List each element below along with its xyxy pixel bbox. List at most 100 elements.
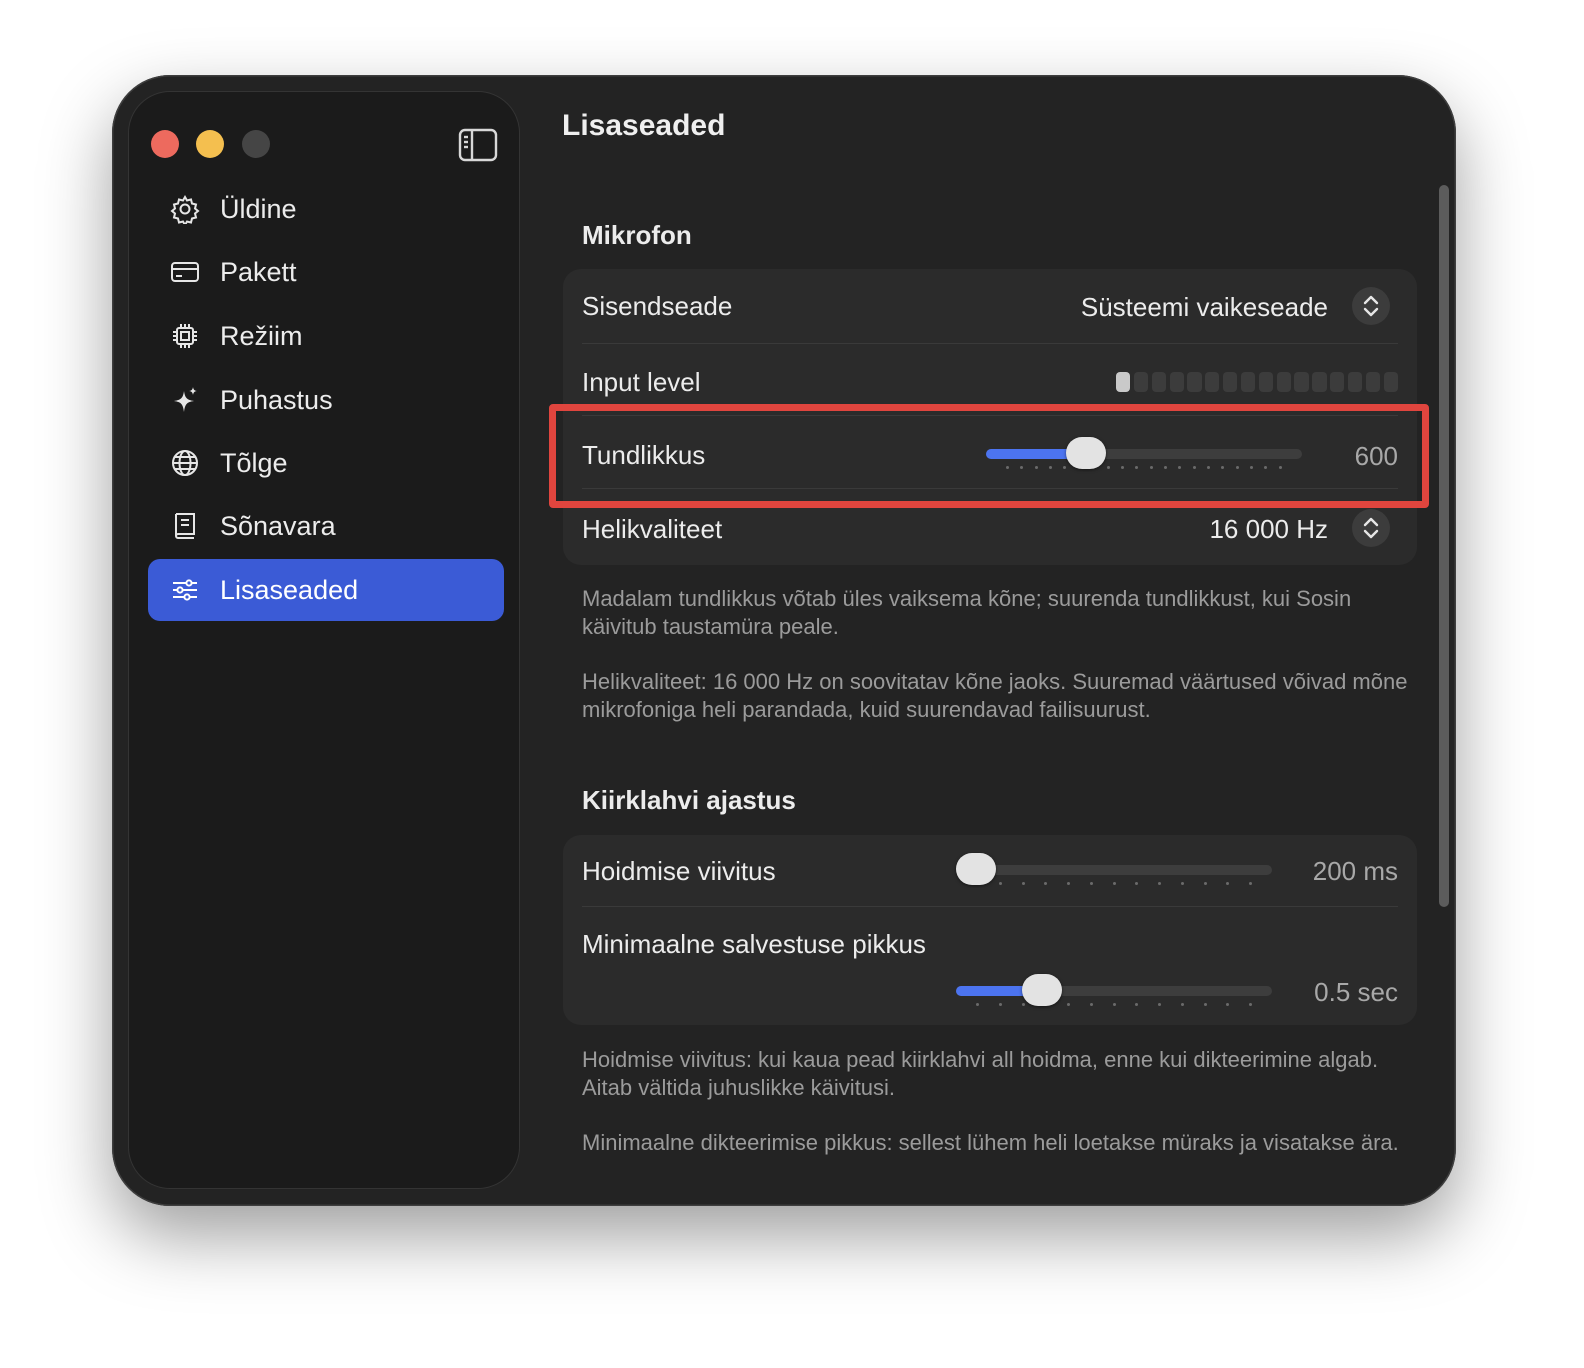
sidebar-item-label: Üldine (220, 193, 297, 224)
cpu-chip-icon (173, 324, 197, 348)
sidebar-item-label: Lisaseaded (220, 574, 359, 605)
slider-tick (1021, 882, 1025, 885)
slider-tick (1067, 882, 1070, 885)
level-segment (1187, 372, 1202, 392)
slider-tick (1180, 1003, 1184, 1006)
slider-tick (1021, 1003, 1025, 1006)
slider-track (956, 865, 1272, 875)
sidebar-item-vocabulary[interactable]: Sõnavara (148, 495, 504, 557)
slider-tick (998, 1003, 1002, 1006)
section-title-hotkey-timing: Kiirklahvi ajastus (582, 785, 796, 815)
level-segment (1240, 372, 1256, 392)
sparkle-icon (174, 387, 197, 412)
slider-tick (1203, 882, 1207, 885)
min-length-label: Minimaalne salvestuse pikkus (582, 929, 926, 959)
slider-tick (1226, 882, 1230, 885)
gear-icon (170, 194, 200, 224)
sound-quality-label: Helikvaliteet (582, 514, 723, 544)
level-segment (1133, 372, 1149, 392)
hold-delay-label: Hoidmise viivitus (582, 856, 776, 886)
sidebar-item-general[interactable]: Üldine (148, 178, 504, 240)
minimize-window-button[interactable] (196, 130, 224, 158)
input-level-meter (1116, 372, 1398, 392)
level-segment (1258, 372, 1273, 392)
slider-ticks (976, 1003, 1252, 1007)
sidebar-item-label: Režiim (220, 320, 303, 351)
sound-quality-value[interactable]: 16 000 Hz (1209, 514, 1328, 545)
sensitivity-help-text: Madalam tundlikkus võtab üles vaiksema k… (582, 586, 1352, 639)
sidebar-item-label: Pakett (220, 256, 297, 287)
sound-quality-help-text: Helikvaliteet: 16 000 Hz on soovitatav k… (582, 669, 1408, 722)
slider-tick (1135, 1003, 1139, 1006)
slider-tick (1135, 882, 1139, 885)
slider-tick (1158, 882, 1161, 885)
input-device-value[interactable]: Süsteemi vaikeseade (1081, 292, 1328, 323)
slider-tick (976, 1003, 979, 1006)
hold-delay-value: 200 ms (1312, 856, 1398, 886)
credit-card-icon (171, 262, 199, 282)
chevron-up-down-icon (1363, 295, 1379, 317)
sidebar-toggle-icon[interactable] (458, 128, 498, 162)
sidebar-item-translation[interactable]: Tõlge (148, 432, 504, 494)
level-segment (1330, 372, 1345, 392)
level-segment (1365, 372, 1381, 392)
slider-tick (1067, 1003, 1070, 1006)
chevron-up-down-icon (1363, 517, 1379, 539)
sidebar-item-label: Puhastus (220, 384, 333, 415)
slider-tick (1180, 882, 1184, 885)
slider-tick (1044, 882, 1048, 885)
slider-tick (1203, 1003, 1207, 1006)
level-segment (1116, 372, 1131, 392)
section-title-microphone: Mikrofon (582, 220, 692, 250)
slider-tick (1112, 1003, 1116, 1006)
slider-ticks (976, 882, 1252, 886)
input-device-label: Sisendseade (582, 291, 733, 321)
highlight-box (549, 404, 1429, 508)
slider-tick (1249, 1003, 1252, 1006)
hold-delay-slider[interactable] (956, 852, 1272, 888)
min-length-help-text: Minimaalne dikteerimise pikkus: sellest … (582, 1130, 1399, 1155)
sidebar: Üldine Pakett Režiim Puhastus Tõlge Sõna… (128, 91, 520, 1189)
slider-tick (1089, 882, 1093, 885)
level-segment (1223, 372, 1238, 392)
min-length-value: 0.5 sec (1314, 977, 1398, 1007)
zoom-window-button[interactable] (242, 130, 270, 158)
slider-tick (1158, 1003, 1161, 1006)
divider (582, 906, 1398, 907)
book-icon (175, 513, 195, 539)
sidebar-item-advanced[interactable]: Lisaseaded (148, 559, 504, 621)
globe-icon (172, 450, 198, 476)
slider-tick (1089, 1003, 1093, 1006)
scrollbar[interactable] (1439, 185, 1449, 907)
slider-thumb[interactable] (956, 853, 996, 885)
page-title: Lisaseaded (562, 109, 726, 142)
sidebar-item-plan[interactable]: Pakett (148, 241, 504, 303)
sound-quality-stepper[interactable] (1352, 509, 1390, 547)
sliders-icon (173, 579, 197, 601)
level-segment (1205, 372, 1220, 392)
close-window-button[interactable] (151, 130, 179, 158)
level-segment (1151, 372, 1166, 392)
slider-tick (1226, 1003, 1230, 1006)
level-segment (1312, 372, 1327, 392)
slider-tick (1249, 882, 1252, 885)
hotkey-card: Hoidmise viivitus 200 ms Minimaalne salv… (563, 835, 1417, 1025)
slider-tick (998, 882, 1002, 885)
settings-window: Üldine Pakett Režiim Puhastus Tõlge Sõna… (112, 75, 1456, 1206)
min-length-slider[interactable] (956, 973, 1272, 1009)
sidebar-item-cleanup[interactable]: Puhastus (148, 369, 504, 431)
input-device-stepper[interactable] (1352, 287, 1390, 325)
sidebar-item-label: Tõlge (220, 447, 288, 478)
sidebar-item-mode[interactable]: Režiim (148, 305, 504, 367)
slider-tick (1112, 882, 1116, 885)
level-segment (1347, 372, 1363, 392)
hold-delay-help-text: Hoidmise viivitus: kui kaua pead kiirkla… (582, 1047, 1379, 1100)
level-segment (1169, 372, 1184, 392)
input-level-label: Input level (582, 367, 701, 397)
level-segment (1383, 372, 1398, 392)
level-segment (1276, 372, 1291, 392)
sidebar-item-label: Sõnavara (220, 510, 336, 541)
level-segment (1294, 372, 1309, 392)
divider (582, 343, 1398, 344)
slider-thumb[interactable] (1022, 974, 1063, 1006)
